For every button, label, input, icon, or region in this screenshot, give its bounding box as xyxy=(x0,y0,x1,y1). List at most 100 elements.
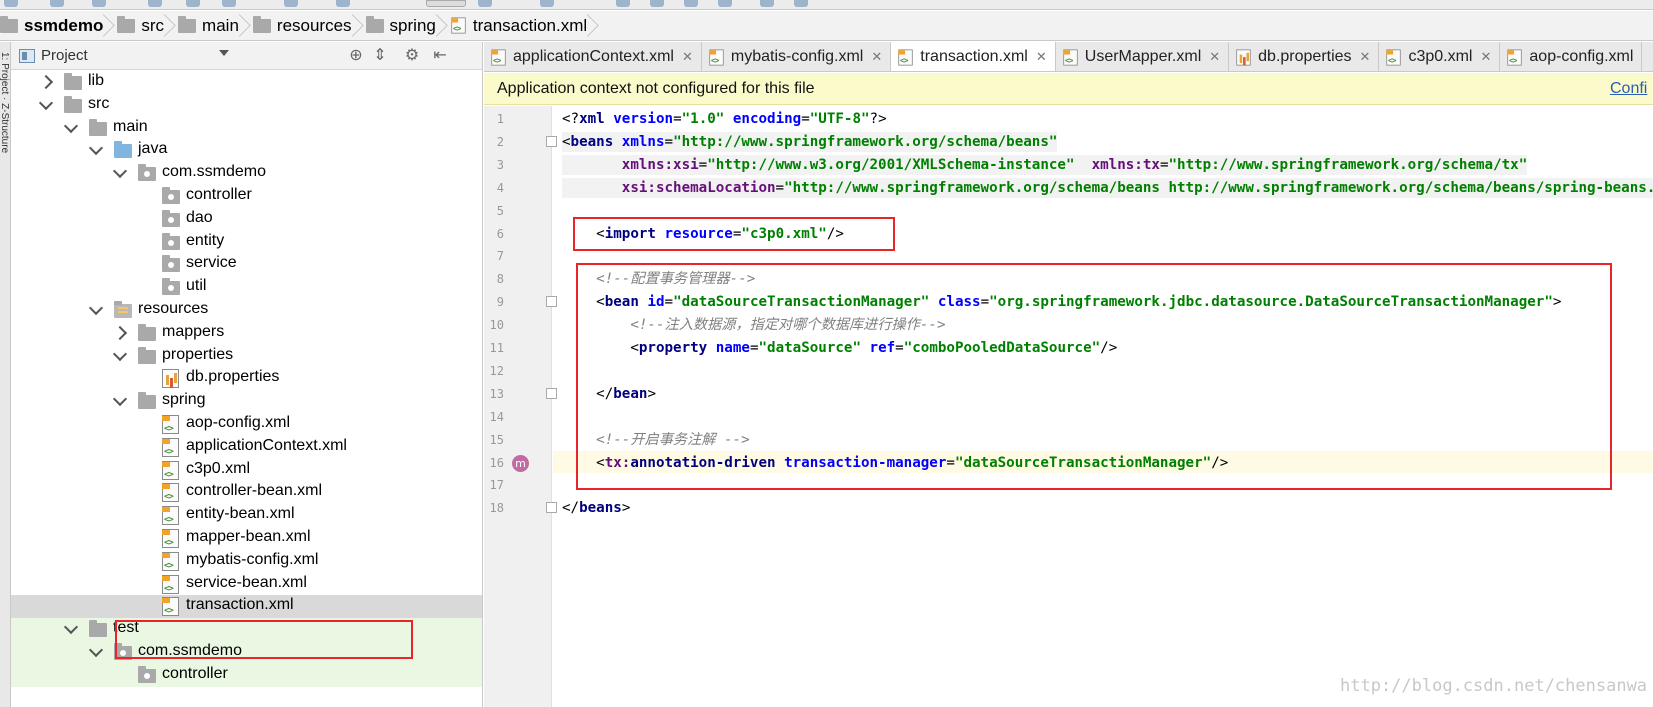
code-token: = xyxy=(673,111,682,127)
hide-panel-icon[interactable]: ⇤ xyxy=(431,47,449,65)
tree-item[interactable]: service-bean.xml xyxy=(11,573,482,596)
folder-icon xyxy=(89,118,107,136)
tool-window-labels[interactable]: 1: Project · Z-Structure xyxy=(0,52,11,153)
toolbar-icon[interactable] xyxy=(478,0,492,7)
breadcrumb-item[interactable]: transaction.xml xyxy=(442,11,593,41)
toolbar-icon[interactable] xyxy=(616,0,630,7)
project-panel-title[interactable]: Project xyxy=(41,47,88,64)
tree-item-label: main xyxy=(113,117,148,135)
toolbar-icon[interactable] xyxy=(222,0,236,7)
tree-item-label: properties xyxy=(162,345,234,363)
tree-item[interactable]: entity xyxy=(11,231,482,254)
tree-item[interactable]: main xyxy=(11,117,482,140)
view-dropdown-icon[interactable] xyxy=(219,50,229,56)
toolbar-icon[interactable] xyxy=(684,0,698,7)
tree-item[interactable]: aop-config.xml xyxy=(11,413,482,436)
line-number: 12 xyxy=(489,363,504,378)
context-notice-bar: Application context not configured for t… xyxy=(484,73,1653,105)
close-icon[interactable]: ✕ xyxy=(1036,49,1047,65)
tree-item[interactable]: controller-bean.xml xyxy=(11,481,482,504)
spring-bean-gutter-icon[interactable]: m xyxy=(512,454,529,472)
tree-item[interactable]: db.properties xyxy=(11,367,482,390)
fold-marker-icon[interactable] xyxy=(546,387,557,399)
line-number: 11 xyxy=(489,341,504,355)
breadcrumb-item[interactable]: resources xyxy=(245,11,358,41)
fold-marker-icon[interactable] xyxy=(546,296,557,308)
tree-item[interactable]: service xyxy=(11,253,482,276)
toolbar-icon[interactable] xyxy=(4,0,18,7)
tree-item[interactable]: resources xyxy=(11,299,482,322)
locate-icon[interactable]: ⊕ xyxy=(347,47,365,65)
toolbar-icon[interactable] xyxy=(760,0,774,7)
gear-icon[interactable]: ⚙ xyxy=(403,47,421,65)
tree-item[interactable]: applicationContext.xml xyxy=(11,436,482,459)
close-icon[interactable]: ✕ xyxy=(1209,49,1220,65)
toolbar-icon[interactable] xyxy=(92,0,106,7)
tree-item-label: applicationContext.xml xyxy=(186,436,347,454)
tree-item[interactable]: mapper-bean.xml xyxy=(11,527,482,550)
breadcrumb-item[interactable]: main xyxy=(170,11,245,41)
close-icon[interactable]: ✕ xyxy=(1480,49,1491,65)
code-token: encoding xyxy=(732,111,802,127)
tree-item-label: entity-bean.xml xyxy=(186,505,295,523)
collapse-all-icon[interactable]: ⇕ xyxy=(371,47,389,65)
toolbar-icon[interactable] xyxy=(650,0,664,7)
toolbar-icon[interactable] xyxy=(186,0,200,7)
editor-tab[interactable]: applicationContext.xml ✕ xyxy=(484,42,702,71)
editor-tab[interactable]: mybatis-config.xml ✕ xyxy=(702,42,892,71)
editor-tab[interactable]: c3p0.xml ✕ xyxy=(1379,42,1501,71)
editor-tab[interactable]: transaction.xml ✕ xyxy=(891,42,1056,71)
tree-item[interactable]: properties xyxy=(11,345,482,368)
chevron-down-icon[interactable] xyxy=(112,346,128,361)
code-token: "http://www.springframework.org/schema/b… xyxy=(673,133,1058,150)
toolbar-icon[interactable] xyxy=(336,0,350,7)
left-tool-strip: 1: Project · Z-Structure xyxy=(0,42,11,707)
close-icon[interactable]: ✕ xyxy=(871,49,882,65)
chevron-down-icon[interactable] xyxy=(88,141,104,156)
chevron-right-icon[interactable] xyxy=(112,325,128,340)
editor-tab[interactable]: aop-config.xml xyxy=(1500,42,1643,71)
configure-link[interactable]: Confi xyxy=(1610,80,1647,98)
tree-item[interactable]: com.ssmdemo xyxy=(11,162,482,185)
tree-item[interactable]: java xyxy=(11,139,482,162)
tree-item[interactable]: entity-bean.xml xyxy=(11,504,482,527)
tree-item[interactable]: controller xyxy=(11,185,482,208)
chevron-right-icon[interactable] xyxy=(38,74,54,90)
editor-tab[interactable]: UserMapper.xml ✕ xyxy=(1056,42,1230,71)
breadcrumb-item[interactable]: spring xyxy=(358,11,442,41)
chevron-down-icon[interactable] xyxy=(63,620,79,635)
toolbar-icon[interactable] xyxy=(718,0,732,7)
chevron-down-icon[interactable] xyxy=(112,164,128,179)
tree-item[interactable]: dao xyxy=(11,208,482,231)
tree-item[interactable]: lib xyxy=(11,71,482,94)
toolbar-icon[interactable] xyxy=(50,0,64,7)
toolbar-icon[interactable] xyxy=(794,0,808,7)
tree-item[interactable]: util xyxy=(11,276,482,299)
tree-item[interactable]: controller xyxy=(11,663,482,687)
chevron-down-icon[interactable] xyxy=(38,95,54,110)
chevron-down-icon[interactable] xyxy=(88,642,104,658)
chevron-down-icon[interactable] xyxy=(112,392,128,407)
toolbar-icon[interactable] xyxy=(284,0,298,7)
close-icon[interactable]: ✕ xyxy=(1360,49,1371,65)
chevron-down-icon[interactable] xyxy=(63,118,79,133)
tree-item[interactable]: spring xyxy=(11,390,482,413)
breadcrumb-item[interactable]: ssmdemo xyxy=(0,11,109,41)
tree-item[interactable]: mappers xyxy=(11,322,482,345)
tree-item[interactable]: c3p0.xml xyxy=(11,459,482,482)
editor-tab[interactable]: db.properties ✕ xyxy=(1229,42,1380,71)
close-icon[interactable]: ✕ xyxy=(682,49,693,65)
breadcrumb-item[interactable]: src xyxy=(109,11,170,41)
line-number: 9 xyxy=(496,295,504,310)
line-number: 3 xyxy=(496,157,504,172)
run-config-selector[interactable] xyxy=(426,0,466,7)
tree-item[interactable]: transaction.xml xyxy=(11,595,482,619)
toolbar-icon[interactable] xyxy=(540,0,554,7)
tab-label: db.properties xyxy=(1258,48,1352,65)
tree-item[interactable]: src xyxy=(11,94,482,117)
fold-marker-icon[interactable] xyxy=(546,502,557,514)
fold-marker-icon[interactable] xyxy=(546,135,557,147)
tree-item[interactable]: mybatis-config.xml xyxy=(11,550,482,573)
toolbar-icon[interactable] xyxy=(148,0,162,7)
chevron-down-icon[interactable] xyxy=(88,300,104,316)
